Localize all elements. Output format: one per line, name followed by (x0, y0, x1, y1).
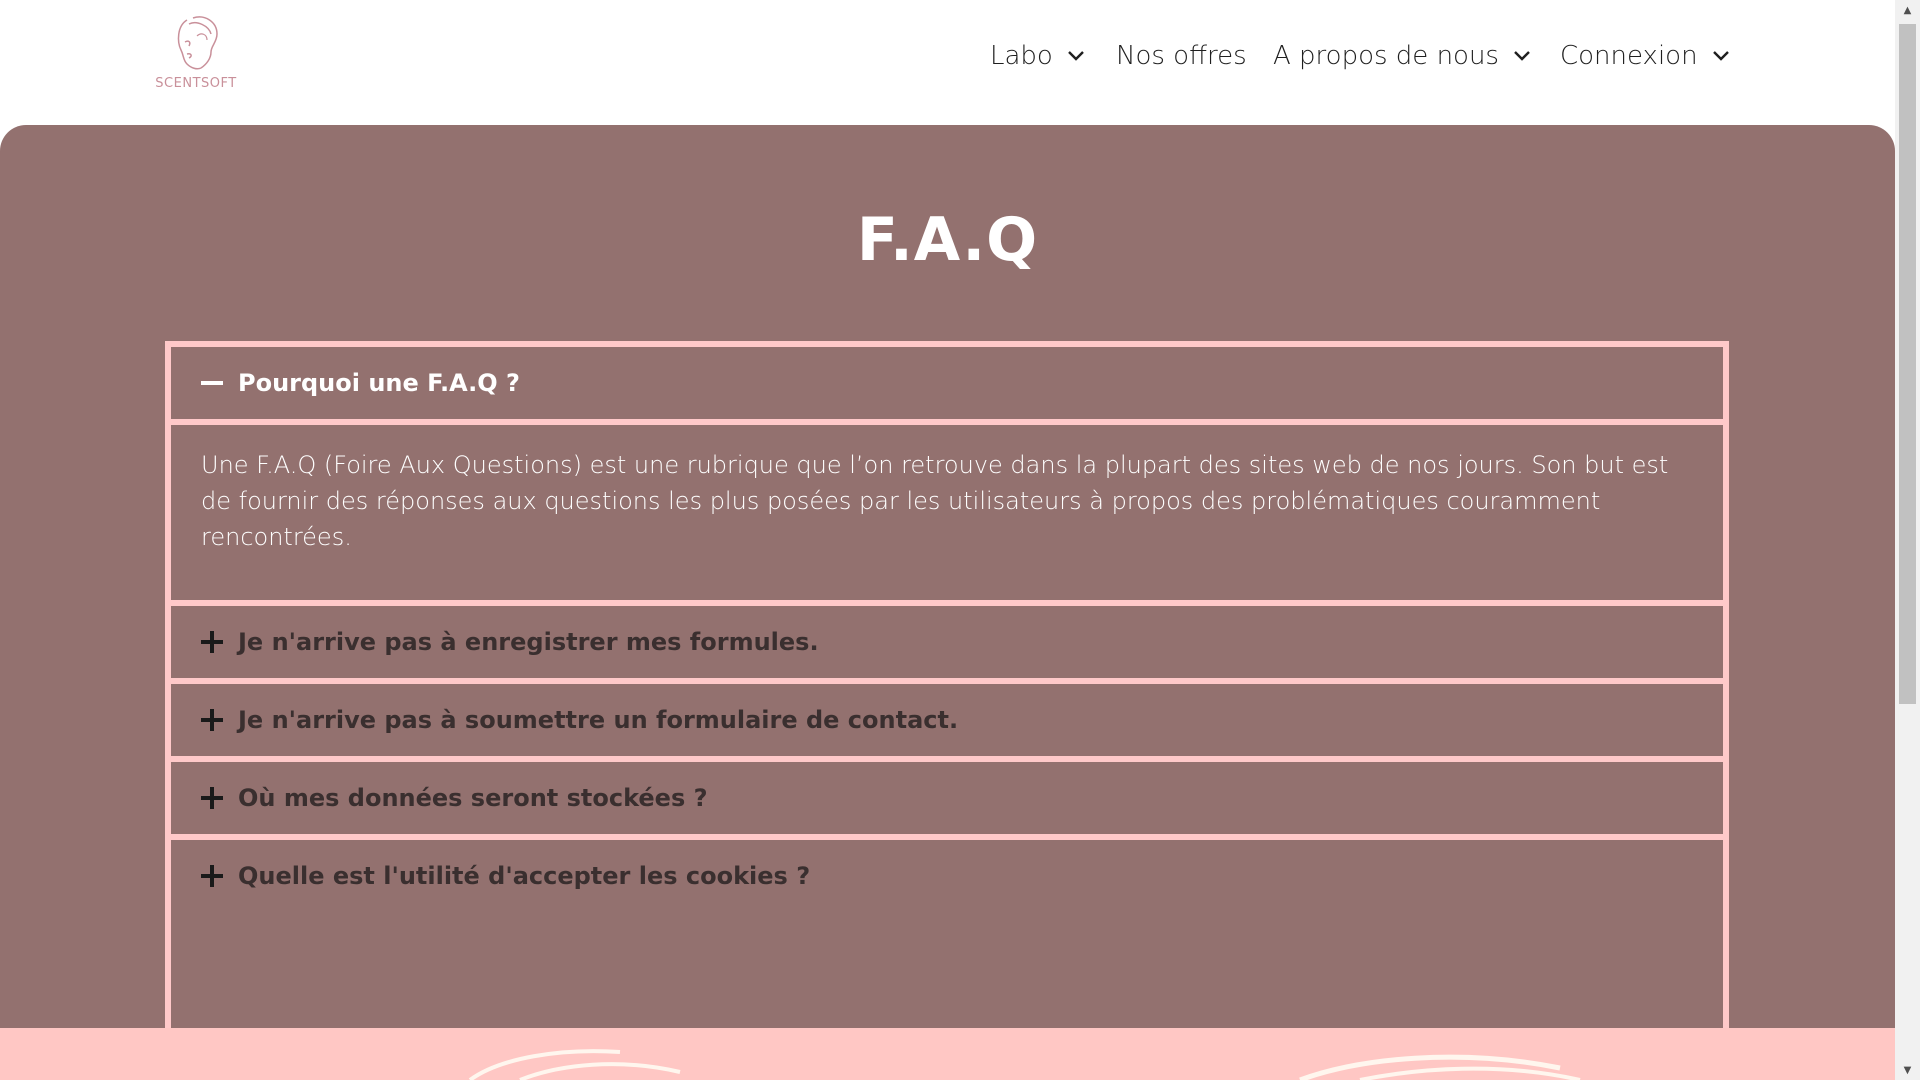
faq-accordion: Pourquoi une F.A.Q ? Une F.A.Q (Foire Au… (165, 341, 1729, 1034)
scrollbar-thumb[interactable] (1899, 24, 1916, 704)
minus-icon (201, 381, 223, 385)
faq-answer-text: Une F.A.Q (Foire Aux Questions) est une … (201, 451, 1669, 551)
page-title: F.A.Q (856, 205, 1039, 275)
faq-question: Quelle est l'utilité d'accepter les cook… (238, 862, 811, 890)
footer-band (0, 1028, 1895, 1080)
faq-item-pourquoi[interactable]: Pourquoi une F.A.Q ? (171, 347, 1723, 419)
faq-item-donnees[interactable]: Où mes données seront stockées ? (171, 762, 1723, 834)
chevron-down-icon (1712, 51, 1729, 61)
faq-question: Pourquoi une F.A.Q ? (238, 369, 520, 397)
logo-text: SCENTSOFT (155, 76, 237, 91)
scroll-up-icon[interactable]: ▲ (1895, 0, 1920, 20)
faq-question: Je n'arrive pas à soumettre un formulair… (238, 706, 959, 734)
faq-answer: Une F.A.Q (Foire Aux Questions) est une … (171, 425, 1723, 600)
nav-item-label: Connexion (1560, 41, 1698, 71)
nav-item-label: Nos offres (1116, 41, 1247, 71)
nav-item-a-propos[interactable]: A propos de nous (1273, 38, 1531, 74)
nav-item-label: Labo (990, 41, 1053, 71)
faq-section: F.A.Q Pourquoi une F.A.Q ? Une F.A.Q (Fo… (0, 125, 1895, 1034)
chevron-down-icon (1514, 51, 1530, 61)
chevron-down-icon (1067, 51, 1084, 61)
logo[interactable]: SCENTSOFT (146, 12, 246, 92)
decorative-waves (468, 1049, 1581, 1080)
faq-item-formulaire[interactable]: Je n'arrive pas à soumettre un formulair… (171, 684, 1723, 756)
plus-icon (201, 631, 223, 653)
faq-item-enregistrer[interactable]: Je n'arrive pas à enregistrer mes formul… (171, 606, 1723, 678)
nav-item-connexion[interactable]: Connexion (1560, 38, 1730, 74)
scroll-down-icon[interactable]: ▼ (1895, 1060, 1920, 1080)
nav-item-labo[interactable]: Labo (990, 38, 1085, 74)
faq-item-cookies[interactable]: Quelle est l'utilité d'accepter les cook… (171, 840, 1723, 912)
plus-icon (201, 787, 223, 809)
faq-question: Je n'arrive pas à enregistrer mes formul… (238, 628, 819, 656)
nav-item-label: A propos de nous (1273, 41, 1499, 71)
page: SCENTSOFT Labo Nos offres A propos de no… (0, 0, 1920, 1080)
vertical-scrollbar[interactable]: ▲ ▼ (1895, 0, 1920, 1080)
face-logo-icon (177, 16, 218, 70)
faq-question: Où mes données seront stockées ? (238, 784, 708, 812)
site-header: SCENTSOFT Labo Nos offres A propos de no… (0, 0, 1895, 125)
plus-icon (201, 709, 223, 731)
nav-item-offres[interactable]: Nos offres (1116, 38, 1247, 74)
plus-icon (201, 865, 223, 887)
